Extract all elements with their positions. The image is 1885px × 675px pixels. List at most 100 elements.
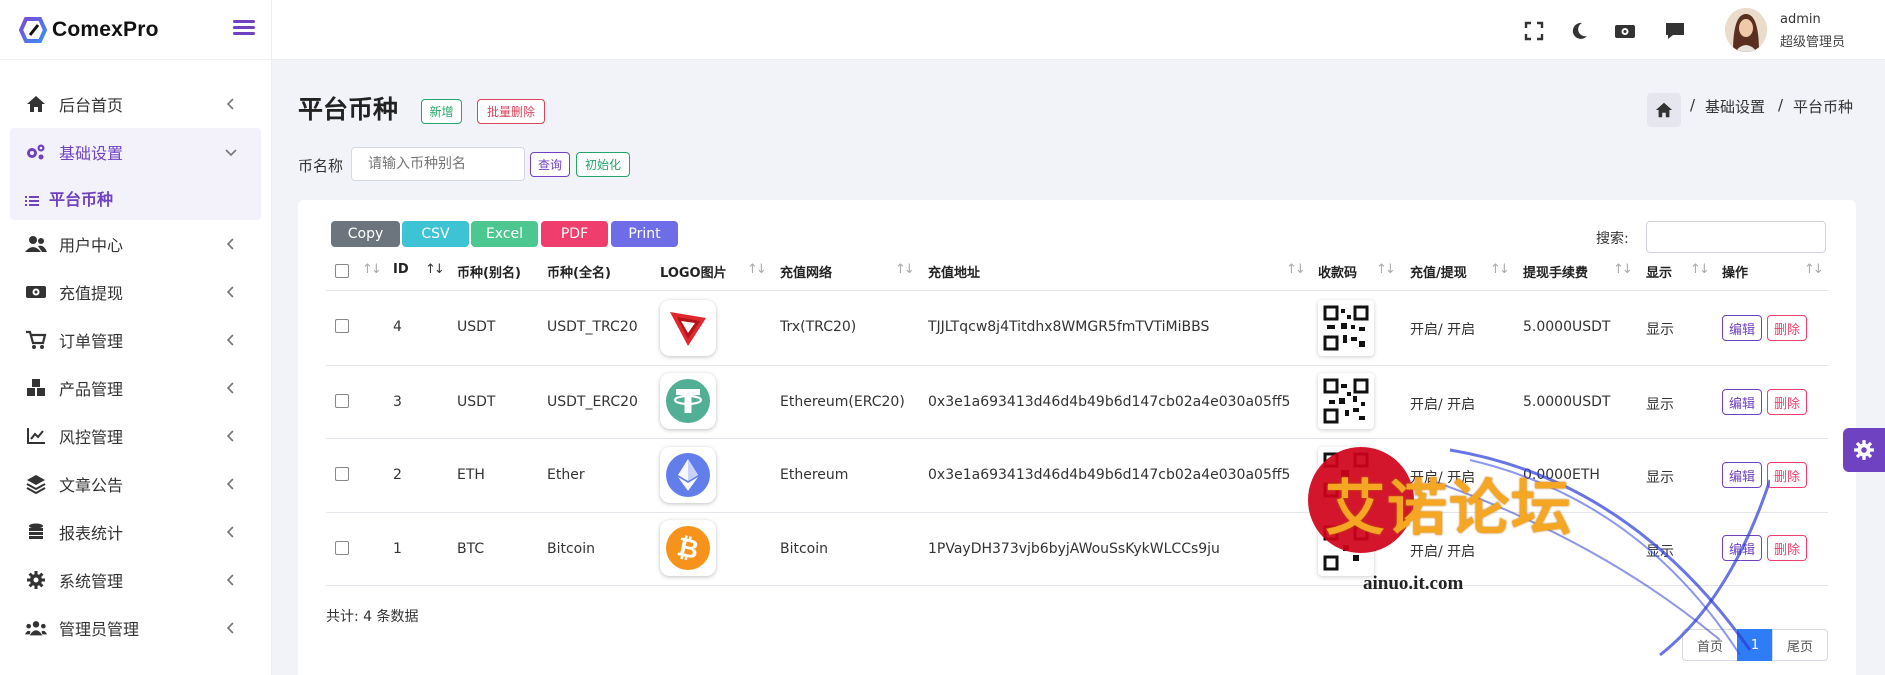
copy-button[interactable]: Copy bbox=[331, 221, 400, 247]
cell-id: 3 bbox=[393, 394, 402, 410]
col-header-alias[interactable]: 币种(别名) bbox=[457, 262, 521, 281]
pagination-page-1[interactable]: 1 bbox=[1737, 629, 1773, 661]
sort-icon[interactable]: ↑↓ bbox=[895, 262, 915, 277]
col-header-fee[interactable]: 提现手续费 bbox=[1523, 262, 1588, 281]
sort-icon[interactable]: ↑↓ bbox=[362, 262, 382, 277]
sidebar-item-system[interactable]: 系统管理 bbox=[0, 556, 271, 604]
col-header-qr[interactable]: 收款码 bbox=[1318, 262, 1357, 281]
sort-icon[interactable]: ↑↓ bbox=[747, 262, 767, 277]
brand[interactable]: ComexPro bbox=[0, 0, 271, 60]
menu-toggle-icon[interactable] bbox=[233, 17, 255, 39]
sidebar-item-products[interactable]: 产品管理 bbox=[0, 364, 271, 412]
sidebar-item-articles[interactable]: 文章公告 bbox=[0, 460, 271, 508]
delete-button[interactable]: 删除 bbox=[1767, 389, 1807, 415]
col-header-address[interactable]: 充值地址 bbox=[928, 262, 980, 281]
delete-button[interactable]: 删除 bbox=[1767, 462, 1807, 488]
sidebar-subitem-platform-currency[interactable]: 平台币种 bbox=[10, 176, 261, 220]
pdf-button[interactable]: PDF bbox=[541, 221, 608, 247]
col-header-show[interactable]: 显示 bbox=[1646, 262, 1672, 281]
sidebar-item-user-center[interactable]: 用户中心 bbox=[0, 220, 271, 268]
delete-button[interactable]: 删除 bbox=[1767, 535, 1807, 561]
watermark-text: 艾诺论坛 bbox=[1325, 474, 1573, 544]
sort-icon[interactable]: ↑↓ bbox=[1690, 262, 1710, 277]
theme-settings-button[interactable] bbox=[1843, 428, 1885, 472]
bitcoin-logo-icon: ₿ bbox=[660, 520, 716, 576]
sort-icon[interactable]: ↑↓ bbox=[425, 262, 445, 277]
pagination-last[interactable]: 尾页 bbox=[1772, 629, 1828, 661]
add-button[interactable]: 新增 bbox=[421, 99, 462, 124]
dark-mode-moon-icon[interactable] bbox=[1568, 20, 1590, 42]
edit-button[interactable]: 编辑 bbox=[1722, 389, 1762, 415]
sidebar-item-risk-control[interactable]: 风控管理 bbox=[0, 412, 271, 460]
users-icon bbox=[25, 233, 47, 255]
currency-name-input[interactable] bbox=[351, 147, 525, 181]
col-header-network[interactable]: 充值网络 bbox=[780, 262, 832, 281]
qr-code-icon[interactable] bbox=[1318, 300, 1374, 356]
excel-button[interactable]: Excel bbox=[471, 221, 538, 247]
sort-icon[interactable]: ↑↓ bbox=[1804, 262, 1824, 277]
chevron-down-icon bbox=[225, 149, 237, 157]
chevron-left-icon bbox=[226, 622, 234, 634]
sidebar-item-label: 基础设置 bbox=[59, 144, 124, 163]
user-role: 超级管理员 bbox=[1780, 35, 1846, 50]
col-header-status[interactable]: 充值/提现 bbox=[1410, 262, 1467, 281]
cell-network: Ethereum(ERC20) bbox=[780, 394, 905, 410]
query-button[interactable]: 查询 bbox=[530, 152, 570, 177]
edit-button[interactable]: 编辑 bbox=[1722, 462, 1762, 488]
divider bbox=[326, 438, 1828, 439]
col-header-actions[interactable]: 操作 bbox=[1722, 262, 1748, 281]
breadcrumb-item[interactable]: 基础设置 bbox=[1705, 96, 1765, 117]
fullscreen-icon[interactable] bbox=[1523, 20, 1545, 42]
edit-button[interactable]: 编辑 bbox=[1722, 535, 1762, 561]
chat-message-icon[interactable] bbox=[1664, 20, 1686, 42]
sidebar-item-basic-settings[interactable]: 基础设置 bbox=[10, 128, 261, 176]
col-header-id[interactable]: ID bbox=[393, 262, 409, 277]
chevron-left-icon bbox=[226, 238, 234, 250]
cell-alias: USDT bbox=[457, 394, 496, 410]
breadcrumb-separator: / bbox=[1778, 96, 1784, 114]
sidebar-item-deposit-withdraw[interactable]: 充值提现 bbox=[0, 268, 271, 316]
sort-icon[interactable]: ↑↓ bbox=[1376, 262, 1396, 277]
breadcrumb-item: 平台币种 bbox=[1793, 98, 1854, 116]
col-header-fullname[interactable]: 币种(全名) bbox=[547, 262, 611, 281]
money-bill-icon[interactable] bbox=[1614, 20, 1636, 42]
cell-fullname: USDT_TRC20 bbox=[547, 319, 638, 335]
avatar[interactable] bbox=[1725, 8, 1767, 52]
users-group-icon bbox=[25, 617, 47, 639]
qr-code-icon[interactable] bbox=[1318, 373, 1374, 429]
layers-icon bbox=[25, 473, 47, 495]
cell-network: Bitcoin bbox=[780, 541, 829, 557]
row-checkbox[interactable] bbox=[335, 319, 349, 333]
sidebar-item-admins[interactable]: 管理员管理 bbox=[0, 604, 271, 652]
row-checkbox[interactable] bbox=[335, 467, 349, 481]
sidebar-item-reports[interactable]: 报表统计 bbox=[0, 508, 271, 556]
cell-fullname: Bitcoin bbox=[547, 541, 596, 557]
user-name[interactable]: admin bbox=[1780, 12, 1821, 27]
csv-button[interactable]: CSV bbox=[402, 221, 469, 247]
batch-delete-button[interactable]: 批量删除 bbox=[477, 99, 545, 124]
select-all-checkbox[interactable] bbox=[335, 264, 349, 278]
sidebar-item-label: 风控管理 bbox=[59, 428, 124, 447]
delete-button[interactable]: 删除 bbox=[1767, 315, 1807, 341]
cart-icon bbox=[25, 329, 47, 351]
ethereum-logo-icon bbox=[660, 447, 716, 503]
cell-address: 0x3e1a693413d46d4b49b6d147cb02a4e030a05f… bbox=[928, 467, 1291, 483]
sidebar-item-orders[interactable]: 订单管理 bbox=[0, 316, 271, 364]
breadcrumb-home[interactable] bbox=[1647, 93, 1681, 127]
sidebar-group-basic-settings: 基础设置 平台币种 bbox=[10, 128, 261, 220]
col-header-logo[interactable]: LOGO图片 bbox=[660, 262, 727, 281]
init-button[interactable]: 初始化 bbox=[576, 152, 630, 177]
sort-icon[interactable]: ↑↓ bbox=[1286, 262, 1306, 277]
brand-logo-icon bbox=[18, 16, 48, 43]
print-button[interactable]: Print bbox=[611, 221, 678, 247]
sidebar-item-dashboard[interactable]: 后台首页 bbox=[0, 80, 271, 128]
edit-button[interactable]: 编辑 bbox=[1722, 315, 1762, 341]
search-input[interactable] bbox=[1646, 221, 1826, 253]
sort-icon[interactable]: ↑↓ bbox=[1613, 262, 1633, 277]
cell-address: 1PVayDH373vjb6byjAWouSsKykWLCCs9ju bbox=[928, 541, 1220, 557]
sort-icon[interactable]: ↑↓ bbox=[1490, 262, 1510, 277]
row-checkbox[interactable] bbox=[335, 541, 349, 555]
chevron-left-icon bbox=[226, 98, 234, 110]
pagination-first[interactable]: 首页 bbox=[1682, 629, 1738, 661]
row-checkbox[interactable] bbox=[335, 394, 349, 408]
